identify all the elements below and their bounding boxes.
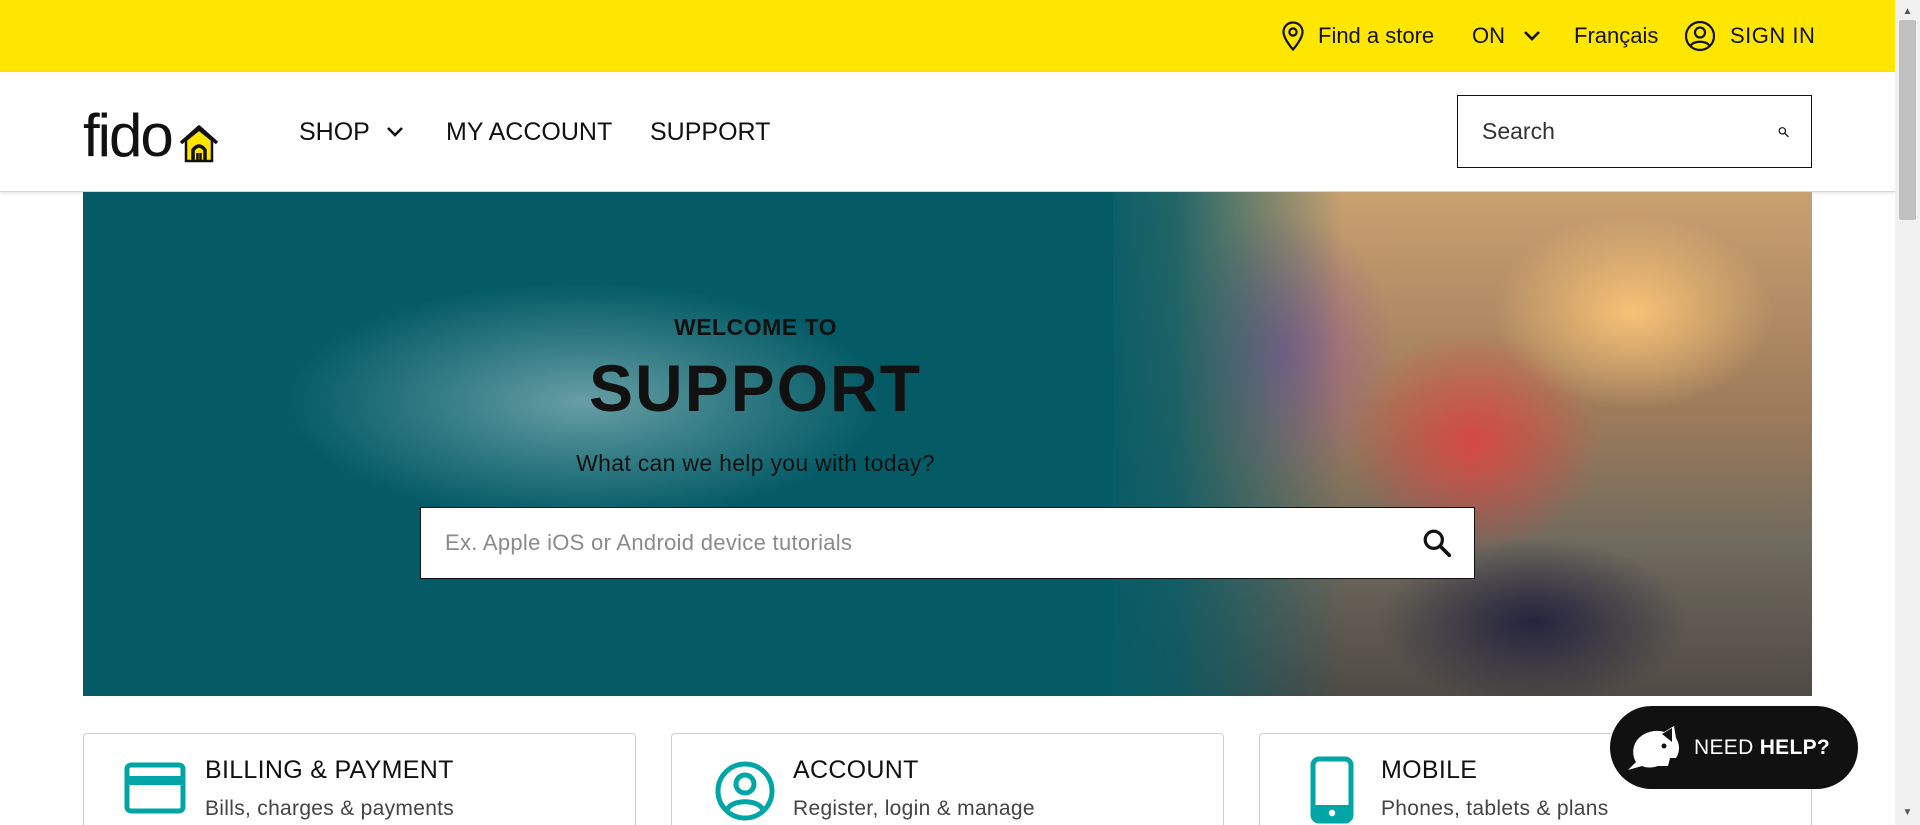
- search-icon[interactable]: [1778, 118, 1789, 146]
- hero-title: SUPPORT: [588, 351, 923, 425]
- search-icon[interactable]: [1422, 528, 1452, 558]
- card-subtitle: Register, login & manage: [793, 797, 1035, 820]
- nav-my-account-label: MY ACCOUNT: [446, 117, 613, 146]
- location-pin-icon: [1282, 21, 1304, 51]
- hero-eyebrow: WELCOME TO: [673, 314, 837, 340]
- main-navigation: fido SHOP MY ACCOUNT SUPPORT: [0, 72, 1895, 192]
- nav-support[interactable]: SUPPORT: [650, 72, 770, 192]
- hero-content: WELCOME TO SUPPORT What can we help you …: [83, 192, 1812, 696]
- chevron-down-icon: [1524, 31, 1540, 41]
- need-help-emphasis: HELP?: [1759, 735, 1831, 759]
- card-subtitle: Bills, charges & payments: [205, 797, 455, 820]
- nav-shop-label: SHOP: [299, 117, 370, 146]
- scroll-down-arrow[interactable]: ▼: [1895, 803, 1920, 821]
- header-search-input[interactable]: [1482, 118, 1778, 145]
- user-account-icon: [1684, 20, 1716, 52]
- utility-bar: Find a store ON Français SIGN IN: [0, 0, 1895, 72]
- support-search-input[interactable]: [445, 530, 1422, 556]
- nav-shop[interactable]: SHOP: [299, 72, 404, 192]
- nav-my-account[interactable]: MY ACCOUNT: [446, 72, 612, 192]
- card-title: BILLING & PAYMENT: [205, 756, 454, 784]
- province-selector[interactable]: ON: [1472, 0, 1541, 72]
- need-help-chat-button[interactable]: NEED HELP?: [1610, 706, 1858, 789]
- card-title: ACCOUNT: [793, 756, 919, 784]
- need-help-label: NEED HELP?: [1694, 736, 1830, 760]
- card-title: MOBILE: [1381, 756, 1478, 784]
- card-billing-payment[interactable]: BILLING & PAYMENT Bills, charges & payme…: [83, 733, 636, 825]
- header-search-box: [1457, 95, 1812, 168]
- language-label: Français: [1574, 23, 1659, 48]
- logo-wordmark: fido: [83, 102, 174, 169]
- find-store-link[interactable]: Find a store: [1282, 0, 1434, 72]
- hero-subtitle: What can we help you with today?: [576, 450, 935, 476]
- smartphone-icon: [1310, 756, 1354, 824]
- language-toggle[interactable]: Français: [1574, 0, 1658, 72]
- support-hero-banner: WELCOME TO SUPPORT What can we help you …: [83, 192, 1812, 696]
- sign-in-label: SIGN IN: [1730, 23, 1816, 48]
- credit-card-icon: [124, 762, 186, 814]
- page-scrollbar[interactable]: ▲ ▼: [1895, 0, 1920, 825]
- doghouse-logo-icon: [179, 125, 218, 163]
- scroll-up-arrow[interactable]: ▲: [1895, 2, 1920, 20]
- support-search-box: [420, 507, 1475, 579]
- card-subtitle: Phones, tablets & plans: [1381, 797, 1609, 820]
- user-circle-icon: [715, 761, 775, 821]
- card-account[interactable]: ACCOUNT Register, login & manage: [671, 733, 1224, 825]
- need-help-prefix: NEED: [1694, 735, 1754, 759]
- sign-in-link[interactable]: SIGN IN: [1684, 0, 1815, 72]
- dog-chat-icon: [1628, 725, 1679, 770]
- fido-logo[interactable]: fido: [83, 102, 220, 166]
- chevron-down-icon: [386, 127, 403, 137]
- province-label: ON: [1472, 23, 1505, 48]
- find-store-label: Find a store: [1318, 23, 1435, 48]
- nav-support-label: SUPPORT: [650, 117, 771, 146]
- scroll-thumb[interactable]: [1899, 20, 1916, 220]
